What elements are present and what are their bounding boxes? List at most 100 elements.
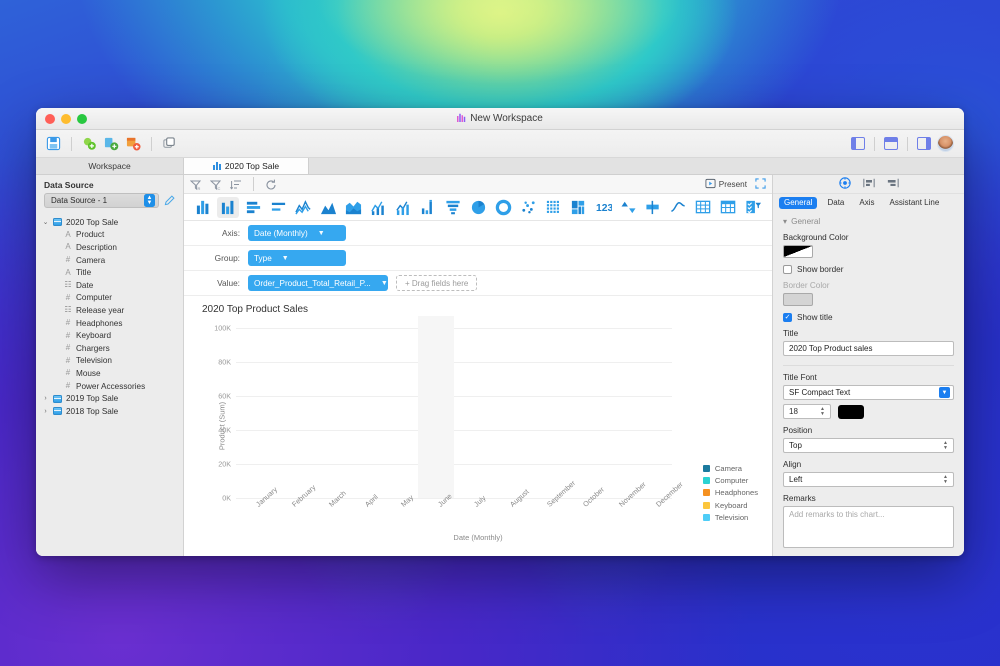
chevron-down-icon[interactable]: ▼ xyxy=(939,387,950,398)
align-icon[interactable] xyxy=(887,177,899,191)
bar-column[interactable]: February xyxy=(272,328,317,509)
position-select[interactable]: Top ▲ ▼ xyxy=(783,438,954,453)
bar-column[interactable]: April xyxy=(345,328,381,508)
horizontal-bar-icon[interactable] xyxy=(242,197,264,218)
tree-field-keyboard[interactable]: # Keyboard xyxy=(42,329,183,342)
bar-grouped-icon[interactable] xyxy=(217,196,239,218)
bar-column[interactable]: August xyxy=(490,328,531,509)
tree-field-camera[interactable]: # Camera xyxy=(42,254,183,267)
bar-column[interactable]: November xyxy=(599,328,648,509)
column-chart-icon[interactable] xyxy=(192,197,214,218)
legend-item-headphones[interactable]: Headphones xyxy=(702,488,758,497)
scatter-icon[interactable] xyxy=(517,197,539,218)
tree-table-15[interactable]: › 2018 Top Sale xyxy=(42,405,183,418)
pivot-table-icon[interactable] xyxy=(717,197,739,218)
waterfall-icon[interactable] xyxy=(417,197,439,218)
tree-table-0[interactable]: ⌄ 2020 Top Sale xyxy=(42,216,183,229)
top-panel-toggle-icon[interactable] xyxy=(884,137,898,150)
settings-gear-icon[interactable] xyxy=(838,177,851,191)
disclosure-arrow-icon[interactable]: ⌄ xyxy=(42,218,49,226)
legend-item-television[interactable]: Television xyxy=(702,513,758,522)
stepper-icon[interactable]: ▲ ▼ xyxy=(941,474,950,486)
background-color-swatch[interactable] xyxy=(783,245,813,258)
line-point-icon[interactable] xyxy=(367,197,389,218)
bar-column[interactable]: January xyxy=(236,328,279,509)
edit-pencil-icon[interactable] xyxy=(164,195,175,206)
disclosure-arrow-icon[interactable]: › xyxy=(42,408,49,415)
combo-line-bar-icon[interactable] xyxy=(392,197,414,218)
inspector-tab-assistant-line[interactable]: Assistant Line xyxy=(885,197,945,209)
disclosure-arrow-icon[interactable]: › xyxy=(42,395,49,402)
grid-table-icon[interactable] xyxy=(692,197,714,218)
font-size-input[interactable]: 18 ▲ ▼ xyxy=(783,404,831,419)
inspector-tab-axis[interactable]: Axis xyxy=(854,197,879,209)
data-source-select[interactable]: Data Source - 1 ▲ ▼ xyxy=(44,193,159,208)
maximize-window-button[interactable] xyxy=(77,113,87,124)
shelf-group-field[interactable]: Type ▼ xyxy=(248,250,346,266)
tree-field-date[interactable]: ☷ Date xyxy=(42,279,183,292)
inspector-section-header[interactable]: ▾ General xyxy=(783,216,954,227)
tree-field-chargers[interactable]: # Chargers xyxy=(42,342,183,355)
pie-chart-icon[interactable] xyxy=(467,197,489,218)
trend-icon[interactable] xyxy=(667,197,689,218)
stepper-icon[interactable]: ▲ ▼ xyxy=(818,406,827,418)
bar-column[interactable]: June xyxy=(417,316,454,509)
title-font-select[interactable]: SF Compact Text ▼ xyxy=(783,385,954,400)
treemap-icon[interactable] xyxy=(567,197,589,218)
bar-column[interactable]: October xyxy=(563,328,606,509)
donut-chart-icon[interactable] xyxy=(492,197,514,218)
tree-field-mouse[interactable]: # Mouse xyxy=(42,367,183,380)
minimize-window-button[interactable] xyxy=(61,113,71,124)
inspector-tab-general[interactable]: General xyxy=(779,196,818,209)
refresh-icon[interactable] xyxy=(265,178,277,190)
tree-field-product[interactable]: A Product xyxy=(42,229,183,242)
tree-field-title[interactable]: A Title xyxy=(42,266,183,279)
tree-field-power-accessories[interactable]: # Power Accessories xyxy=(42,380,183,393)
title-input[interactable]: 2020 Top Product sales xyxy=(783,341,954,356)
tree-field-television[interactable]: # Television xyxy=(42,355,183,368)
layout-icon[interactable] xyxy=(862,177,875,191)
chevron-down-icon[interactable]: ▼ xyxy=(282,255,289,262)
inspector-tab-data[interactable]: Data xyxy=(822,197,849,209)
chevron-down-icon[interactable]: ▼ xyxy=(318,230,325,237)
chevron-updown-icon[interactable]: ▲ ▼ xyxy=(144,194,155,207)
present-button[interactable]: Present xyxy=(705,178,747,191)
fullscreen-icon[interactable] xyxy=(755,177,766,191)
bar-thin-icon[interactable] xyxy=(267,197,289,218)
bar-column[interactable]: September xyxy=(527,328,577,508)
area-filled-icon[interactable] xyxy=(342,197,364,218)
user-avatar[interactable] xyxy=(937,135,954,152)
area-mountain-icon[interactable] xyxy=(317,197,339,218)
bar-column[interactable]: March xyxy=(309,328,348,509)
filter-columns-icon[interactable]: C xyxy=(209,178,222,191)
tab-2020-top-sale[interactable]: 2020 Top Sale xyxy=(184,158,309,174)
tree-field-description[interactable]: A Description xyxy=(42,241,183,254)
tree-table-14[interactable]: › 2019 Top Sale xyxy=(42,392,183,405)
table-data-icon[interactable] xyxy=(126,136,141,151)
drag-fields-dropzone[interactable]: + Drag fields here xyxy=(396,275,478,291)
gauge-icon[interactable] xyxy=(642,197,664,218)
tree-field-computer[interactable]: # Computer xyxy=(42,292,183,305)
duplicate-icon[interactable] xyxy=(162,136,177,151)
bar-column[interactable]: May xyxy=(381,328,417,509)
tree-field-headphones[interactable]: # Headphones xyxy=(42,317,183,330)
number-icon[interactable]: 123 xyxy=(592,197,614,218)
checklist-filter-icon[interactable] xyxy=(742,197,764,218)
remarks-textarea[interactable]: Add remarks to this chart... xyxy=(783,506,954,548)
bar-column[interactable]: December xyxy=(636,328,685,509)
close-window-button[interactable] xyxy=(45,113,55,124)
funnel-icon[interactable] xyxy=(442,197,464,218)
add-data-icon[interactable] xyxy=(82,136,97,151)
tree-field-release-year[interactable]: ☷ Release year xyxy=(42,304,183,317)
font-color-swatch[interactable] xyxy=(838,404,864,419)
show-border-checkbox[interactable]: Show border xyxy=(783,265,954,274)
right-panel-toggle-icon[interactable] xyxy=(917,137,931,150)
tab-workspace[interactable]: Workspace xyxy=(36,158,184,174)
chevron-down-icon[interactable]: ▼ xyxy=(381,280,388,287)
shelf-axis-field[interactable]: Date (Monthly) ▼ xyxy=(248,225,346,241)
legend-item-computer[interactable]: Computer xyxy=(702,476,758,485)
sort-icon[interactable] xyxy=(230,178,242,190)
window-controls[interactable] xyxy=(36,113,87,124)
show-title-checkbox[interactable]: ✓ Show title xyxy=(783,313,954,322)
stepper-icon[interactable]: ▲ ▼ xyxy=(941,440,950,452)
